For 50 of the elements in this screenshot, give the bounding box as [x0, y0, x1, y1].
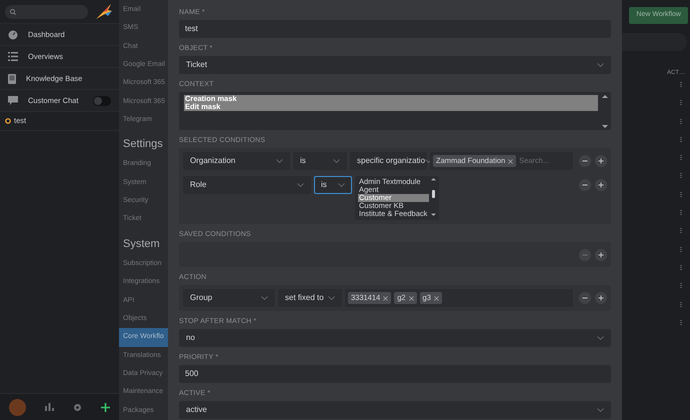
chevron-down-icon: [276, 159, 283, 163]
toggle-switch[interactable]: [93, 96, 111, 106]
section-heading: Settings: [123, 137, 163, 152]
chevron-down-icon: [597, 408, 604, 412]
chevron-down-icon: [261, 296, 268, 300]
chevron-down-icon: [597, 63, 604, 67]
close-icon[interactable]: [408, 296, 414, 300]
close-icon[interactable]: [383, 296, 388, 300]
select-field[interactable]: is: [293, 152, 347, 170]
select-field[interactable]: Ticket: [179, 56, 611, 74]
select-field[interactable]: Role: [183, 176, 311, 194]
chevron-down-icon: [333, 159, 340, 163]
close-icon[interactable]: [434, 296, 439, 300]
avatar[interactable]: [9, 398, 26, 416]
bird-logo-icon: [96, 4, 112, 19]
add-icon[interactable]: [595, 248, 607, 260]
close-icon[interactable]: [508, 158, 514, 164]
chevron-down-icon: [297, 183, 304, 187]
select-field[interactable]: is: [314, 176, 352, 194]
add-icon[interactable]: [595, 155, 607, 167]
select-field[interactable]: no: [179, 329, 611, 347]
plus-icon[interactable]: [100, 402, 110, 412]
chat-icon: [8, 96, 18, 105]
section-heading: System: [123, 236, 160, 252]
select-field[interactable]: Organization: [183, 152, 290, 170]
list-icon: [8, 52, 18, 61]
select-field[interactable]: specific organizatio: [350, 152, 427, 170]
remove-icon[interactable]: [579, 155, 591, 167]
chevron-down-icon: [328, 296, 335, 300]
search-icon: [10, 8, 16, 14]
remove-icon[interactable]: [579, 179, 591, 191]
select-field[interactable]: set fixed to: [278, 289, 342, 307]
remove-icon[interactable]: [579, 292, 591, 304]
scrollbar-icon: [431, 178, 436, 216]
chevron-down-icon: [338, 183, 345, 187]
input-field[interactable]: test: [179, 20, 611, 38]
bar-chart-icon[interactable]: [45, 403, 54, 411]
settings-icon[interactable]: [72, 402, 82, 412]
chevron-down-icon: [597, 336, 604, 340]
gauge-icon: [8, 30, 18, 40]
select-field[interactable]: Group: [183, 289, 275, 307]
add-icon[interactable]: [595, 179, 607, 191]
input-field[interactable]: 500: [179, 365, 611, 383]
chevron-down-icon: [425, 159, 432, 163]
book-icon: [8, 74, 16, 84]
scrollbar-arrows-icon: [602, 95, 608, 128]
ring-icon: [5, 118, 11, 124]
select-field[interactable]: active: [179, 401, 611, 419]
search-field[interactable]: [5, 4, 88, 18]
add-icon[interactable]: [595, 292, 607, 304]
